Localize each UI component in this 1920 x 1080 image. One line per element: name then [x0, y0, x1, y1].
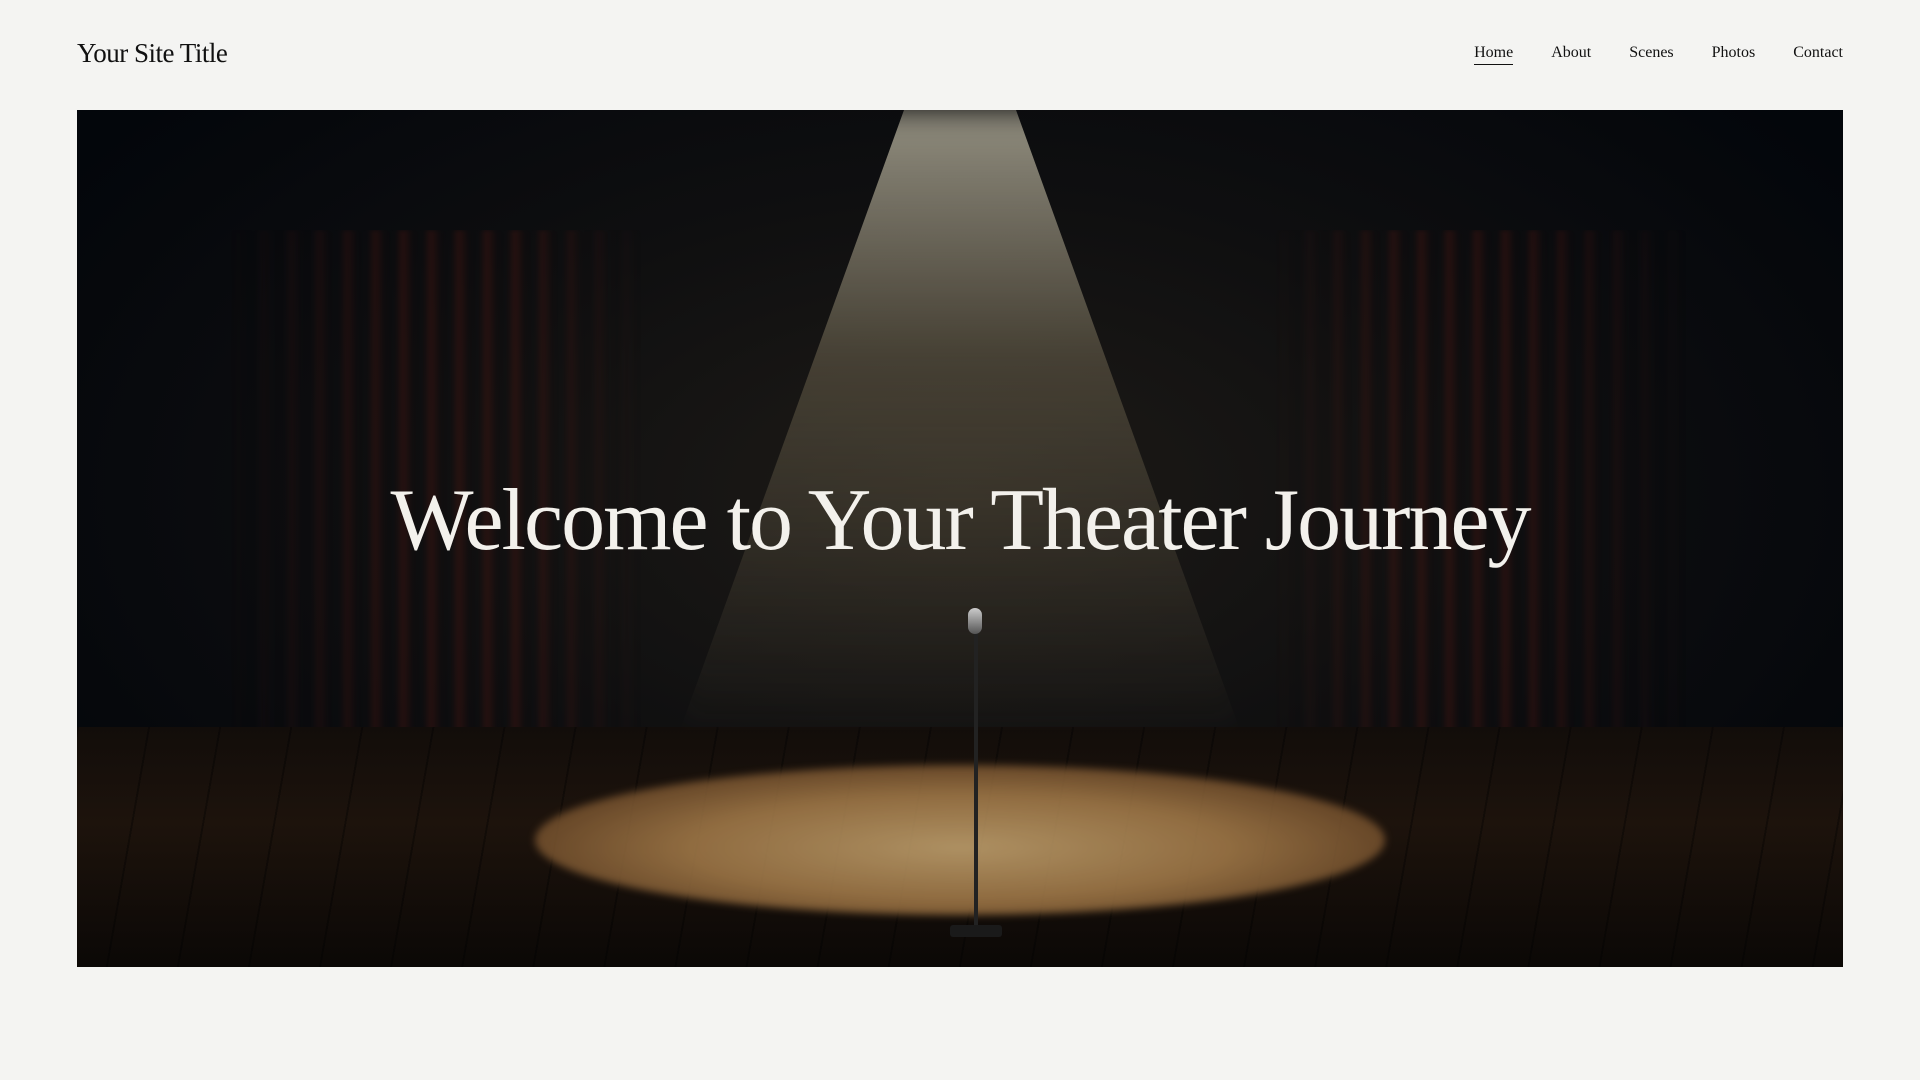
nav-photos[interactable]: Photos	[1712, 44, 1756, 65]
microphone-icon	[968, 608, 982, 634]
nav-about[interactable]: About	[1551, 44, 1591, 65]
site-title[interactable]: Your Site Title	[77, 38, 228, 69]
spotlight-circle	[535, 765, 1385, 915]
hero-banner: Welcome to Your Theater Journey	[77, 110, 1843, 967]
spotlight-beam	[680, 110, 1240, 730]
main-nav: Home About Scenes Photos Contact	[1474, 44, 1843, 65]
microphone-base	[950, 925, 1002, 937]
nav-home[interactable]: Home	[1474, 44, 1514, 65]
microphone-stand	[974, 630, 978, 930]
nav-scenes[interactable]: Scenes	[1629, 44, 1673, 65]
hero-heading: Welcome to Your Theater Journey	[390, 472, 1531, 569]
nav-contact[interactable]: Contact	[1793, 44, 1843, 65]
